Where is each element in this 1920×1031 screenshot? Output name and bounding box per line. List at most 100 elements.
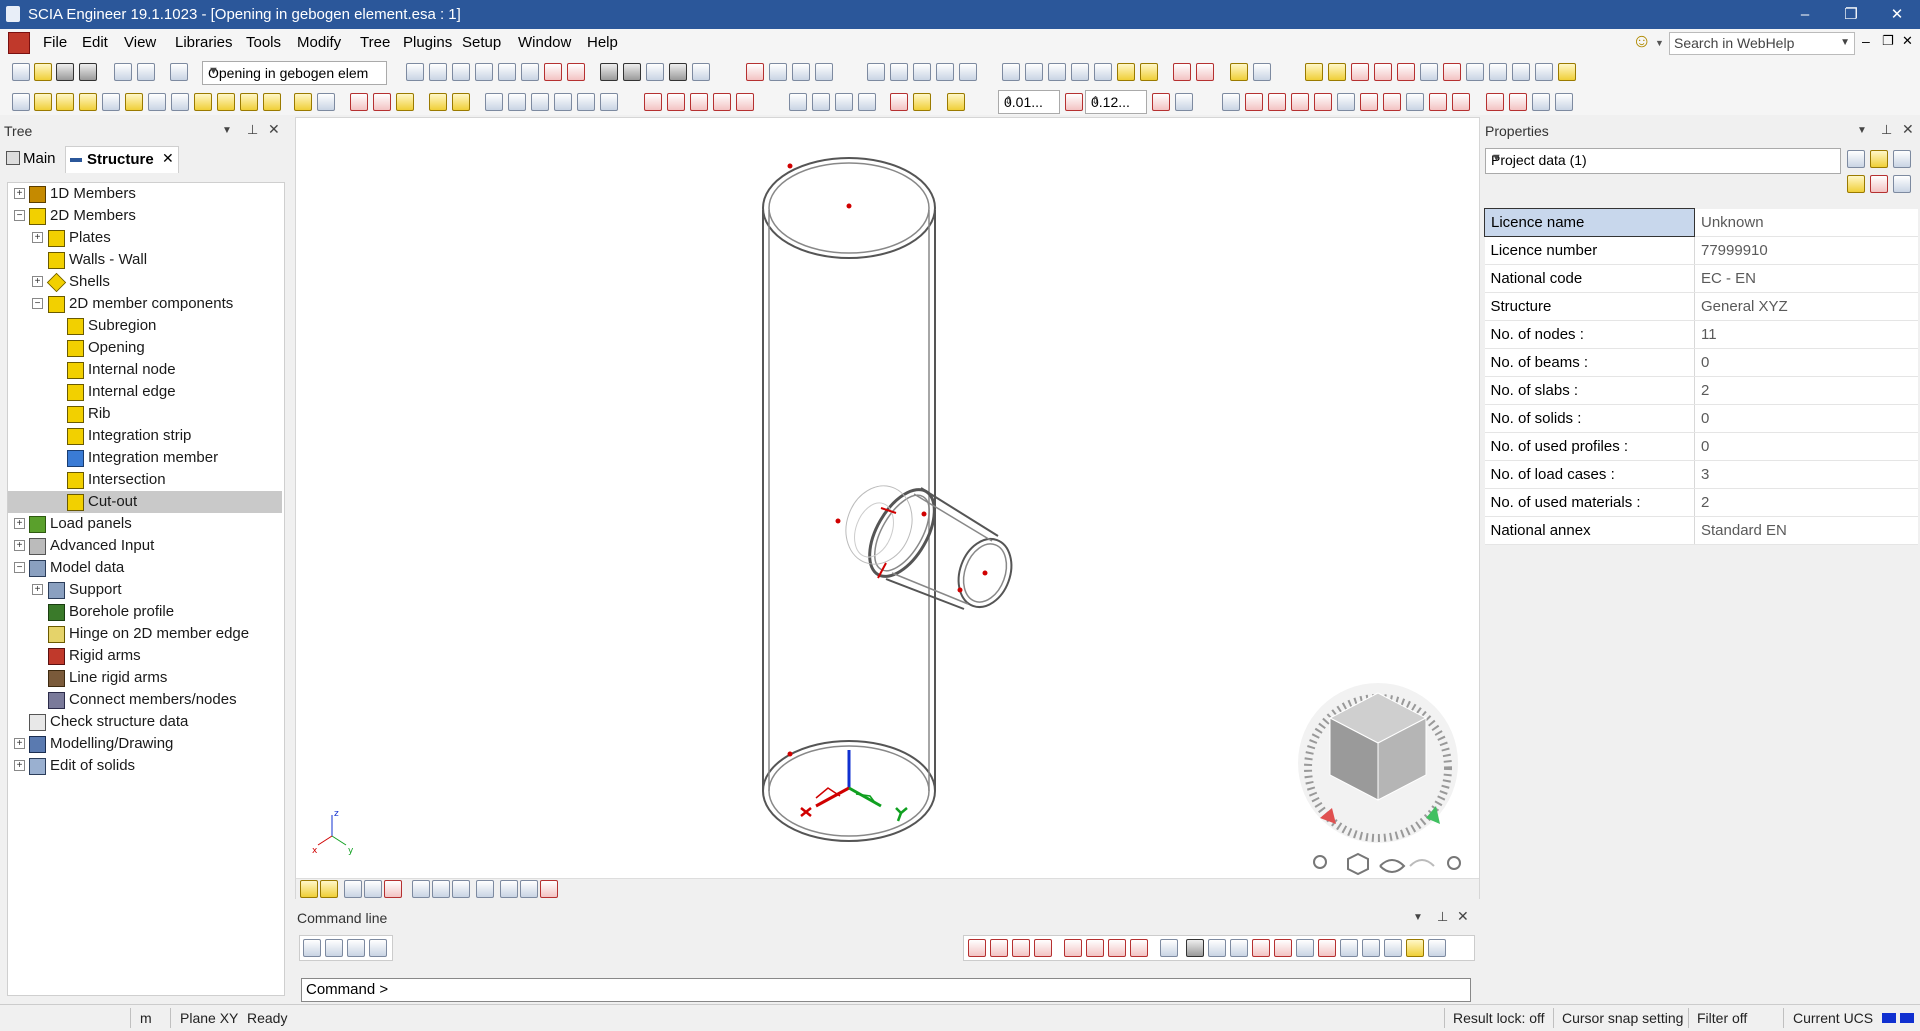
snap-intersect-icon[interactable]: [1230, 939, 1248, 957]
tree-item-modelling-drawing[interactable]: + Modelling/Drawing: [8, 733, 282, 755]
tree-item-internal-node[interactable]: Internal node: [8, 359, 282, 381]
member-4-icon[interactable]: [125, 93, 143, 111]
restore-button[interactable]: ❐: [1828, 0, 1874, 29]
move-objects-icon[interactable]: [812, 93, 830, 111]
align-3-icon[interactable]: [369, 939, 387, 957]
select-by-icon[interactable]: [769, 63, 787, 81]
window-layout-5-icon[interactable]: [1397, 63, 1415, 81]
rotate-objects-icon[interactable]: [858, 93, 876, 111]
snap-icon[interactable]: [1152, 93, 1170, 111]
save-all-icon[interactable]: [56, 63, 74, 81]
edit-6-icon[interactable]: [600, 93, 618, 111]
window-layout-6-icon[interactable]: [1420, 63, 1438, 81]
report-icon[interactable]: [646, 63, 664, 81]
loads-icon[interactable]: [384, 880, 402, 898]
expand-icon[interactable]: +: [14, 540, 25, 551]
member-9-icon[interactable]: [240, 93, 258, 111]
edit-pencil-icon[interactable]: [1893, 150, 1911, 168]
align-icon[interactable]: [325, 939, 343, 957]
property-row[interactable]: National annex Standard EN: [1484, 516, 1918, 545]
tree-item-hinge-2d-edge[interactable]: Hinge on 2D member edge: [8, 623, 282, 645]
mdi-close-button[interactable]: ✕: [1902, 33, 1913, 49]
dimension-icon[interactable]: [1065, 93, 1083, 111]
tree-item-plates[interactable]: + Plates: [8, 227, 282, 249]
target-icon[interactable]: [521, 63, 539, 81]
palette-icon[interactable]: [1870, 175, 1888, 193]
light-icon[interactable]: [1117, 63, 1135, 81]
member-2-icon[interactable]: [79, 93, 97, 111]
tree-item-shells[interactable]: + Shells: [8, 271, 282, 293]
window-layout-2-icon[interactable]: [1328, 63, 1346, 81]
tree-item-subregion[interactable]: Subregion: [8, 315, 282, 337]
window-layout-10-icon[interactable]: [1512, 63, 1530, 81]
snap-line-2-icon[interactable]: [990, 939, 1008, 957]
graphics-viewport[interactable]: z x y: [295, 117, 1480, 899]
print-preview-icon[interactable]: [623, 63, 641, 81]
member-5-icon[interactable]: [148, 93, 166, 111]
webhelp-search-input[interactable]: Search in WebHelp ▼: [1669, 32, 1855, 55]
tree-item-2d-member-components[interactable]: − 2D member components: [8, 293, 282, 315]
properties-selector[interactable]: Project data (1) ▼: [1485, 148, 1841, 174]
property-row[interactable]: National code EC - EN: [1484, 264, 1918, 293]
window-layout-4-icon[interactable]: [1374, 63, 1392, 81]
grid-2-icon[interactable]: [317, 93, 335, 111]
member-10-icon[interactable]: [263, 93, 281, 111]
render-icon[interactable]: [544, 63, 562, 81]
expand-icon[interactable]: +: [32, 584, 43, 595]
edit-2-icon[interactable]: [508, 93, 526, 111]
panel-close-icon[interactable]: ✕: [1457, 908, 1469, 925]
window-layout-9-icon[interactable]: [1489, 63, 1507, 81]
save-icon[interactable]: [79, 63, 97, 81]
snap-2-icon[interactable]: [1175, 93, 1193, 111]
property-row[interactable]: No. of used materials :2: [1484, 488, 1918, 517]
view-cube[interactable]: [1298, 683, 1458, 843]
chain-2-icon[interactable]: [452, 93, 470, 111]
document-icon[interactable]: [692, 63, 710, 81]
close-tab-icon[interactable]: ✕: [162, 150, 174, 167]
ucs-2-icon[interactable]: [1900, 1013, 1914, 1023]
circle-icon[interactable]: [713, 93, 731, 111]
zoom-out-icon[interactable]: [1048, 63, 1066, 81]
menu-edit[interactable]: Edit: [82, 34, 108, 51]
menu-tree[interactable]: Tree: [360, 34, 390, 51]
snap-center-icon[interactable]: [1340, 939, 1358, 957]
clip-icon[interactable]: [1486, 93, 1504, 111]
align-2-icon[interactable]: [347, 939, 365, 957]
window-layout-7-icon[interactable]: [1443, 63, 1461, 81]
chevron-down-icon[interactable]: ▼: [1655, 38, 1664, 48]
open-file-icon[interactable]: [34, 63, 52, 81]
labels-abc-2-icon[interactable]: [432, 880, 450, 898]
display-icon[interactable]: [406, 63, 424, 81]
tree-item-integration-strip[interactable]: Integration strip: [8, 425, 282, 447]
minimize-button[interactable]: –: [1782, 0, 1828, 29]
property-row[interactable]: No. of beams :0: [1484, 348, 1918, 377]
undo-icon[interactable]: [114, 63, 132, 81]
pan-view-icon[interactable]: [890, 63, 908, 81]
labels-icon[interactable]: [475, 63, 493, 81]
snap-quad-icon[interactable]: [1362, 939, 1380, 957]
axes-icon[interactable]: [344, 880, 362, 898]
shape-2-icon[interactable]: [373, 93, 391, 111]
bulb-icon[interactable]: [1140, 63, 1158, 81]
tree-item-advanced-input[interactable]: + Advanced Input: [8, 535, 282, 557]
snap-point-icon[interactable]: [1406, 939, 1424, 957]
copy-icon[interactable]: [498, 63, 516, 81]
extend-icon[interactable]: [913, 93, 931, 111]
tree-item-cut-out[interactable]: Cut-out: [8, 491, 282, 513]
collapse-icon[interactable]: −: [14, 210, 25, 221]
filter-properties-icon[interactable]: [1870, 150, 1888, 168]
group-icon[interactable]: [947, 93, 965, 111]
tab-structure[interactable]: Structure ✕: [65, 146, 179, 173]
tree-item-support[interactable]: + Support: [8, 579, 282, 601]
zoom-in-icon[interactable]: [1025, 63, 1043, 81]
clip-2-icon[interactable]: [1509, 93, 1527, 111]
beam-icon[interactable]: [12, 93, 30, 111]
snap-settings-icon[interactable]: [1160, 939, 1178, 957]
panel-close-icon[interactable]: ✕: [1902, 121, 1914, 138]
expand-icon[interactable]: +: [14, 738, 25, 749]
tree-item-integration-member[interactable]: Integration member: [8, 447, 282, 469]
expand-icon[interactable]: +: [32, 232, 43, 243]
view-top-icon[interactable]: [1383, 93, 1401, 111]
zoom-view-icon[interactable]: [913, 63, 931, 81]
window-layout-12-icon[interactable]: [1558, 63, 1576, 81]
